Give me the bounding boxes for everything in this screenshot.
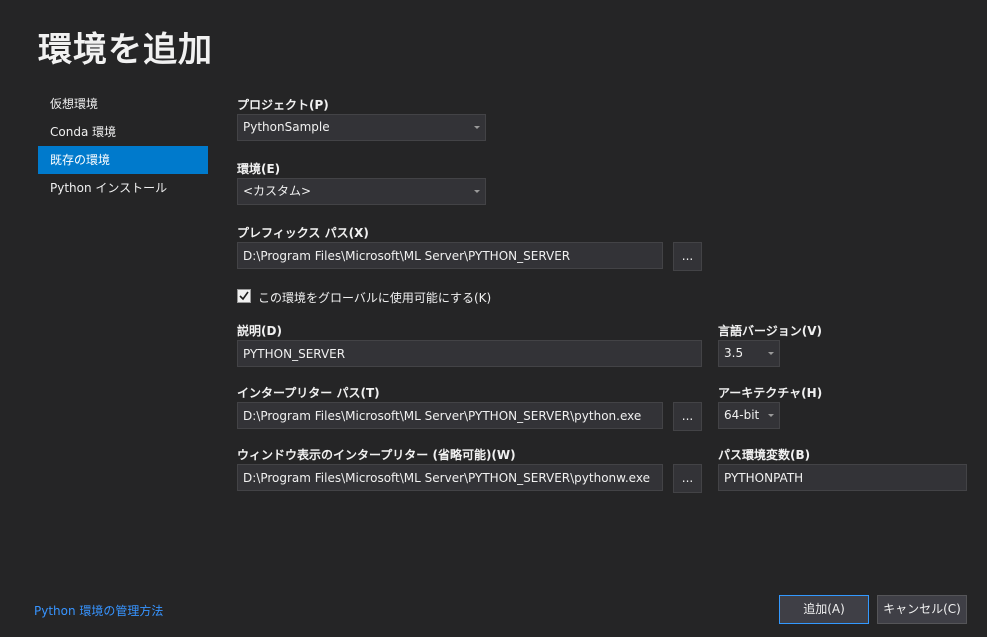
- add-environment-dialog: 環境を追加 仮想環境 Conda 環境 既存の環境 Python インストール …: [0, 0, 987, 637]
- chevron-down-icon: [474, 190, 480, 193]
- sidebar-item-conda-env[interactable]: Conda 環境: [38, 118, 208, 146]
- cancel-button[interactable]: キャンセル(C): [877, 595, 967, 624]
- prefix-path-browse-button[interactable]: ...: [673, 242, 702, 271]
- interpreter-path-browse-button[interactable]: ...: [673, 402, 702, 431]
- global-checkbox-label: この環境をグローバルに使用可能にする(K): [258, 291, 492, 305]
- sidebar-nav: 仮想環境 Conda 環境 既存の環境 Python インストール: [38, 90, 208, 202]
- global-checkbox[interactable]: [237, 289, 251, 303]
- language-version-label: 言語バージョン(V): [718, 324, 823, 338]
- project-dropdown[interactable]: PythonSample: [237, 114, 486, 141]
- windowed-interpreter-label: ウィンドウ表示のインタープリター (省略可能)(W): [237, 448, 516, 462]
- add-button[interactable]: 追加(A): [779, 595, 869, 624]
- prefix-path-label: プレフィックス パス(X): [237, 226, 369, 240]
- sidebar-item-existing-env[interactable]: 既存の環境: [38, 146, 208, 174]
- windowed-interpreter-browse-button[interactable]: ...: [673, 464, 702, 493]
- project-label: プロジェクト(P): [237, 98, 329, 112]
- environment-dropdown[interactable]: <カスタム>: [237, 178, 486, 205]
- windowed-interpreter-input[interactable]: [237, 464, 663, 491]
- chevron-down-icon: [768, 414, 774, 417]
- description-input[interactable]: [237, 340, 702, 367]
- project-dropdown-value: PythonSample: [243, 120, 330, 134]
- page-title: 環境を追加: [38, 30, 213, 70]
- prefix-path-input[interactable]: [237, 242, 663, 269]
- environment-label: 環境(E): [237, 162, 281, 176]
- path-env-var-input[interactable]: [718, 464, 967, 491]
- description-label: 説明(D): [237, 324, 282, 338]
- environment-dropdown-value: <カスタム>: [243, 184, 312, 198]
- language-version-dropdown[interactable]: 3.5: [718, 340, 780, 367]
- chevron-down-icon: [474, 126, 480, 129]
- interpreter-path-label: インタープリター パス(T): [237, 386, 380, 400]
- sidebar-item-python-install[interactable]: Python インストール: [38, 174, 208, 202]
- manage-environments-help-link[interactable]: Python 環境の管理方法: [34, 602, 163, 619]
- sidebar-item-virtual-env[interactable]: 仮想環境: [38, 90, 208, 118]
- interpreter-path-input[interactable]: [237, 402, 663, 429]
- architecture-label: アーキテクチャ(H): [718, 386, 823, 400]
- path-env-var-label: パス環境変数(B): [718, 448, 811, 462]
- chevron-down-icon: [768, 352, 774, 355]
- checkmark-icon: [239, 291, 249, 301]
- architecture-dropdown[interactable]: 64-bit: [718, 402, 780, 429]
